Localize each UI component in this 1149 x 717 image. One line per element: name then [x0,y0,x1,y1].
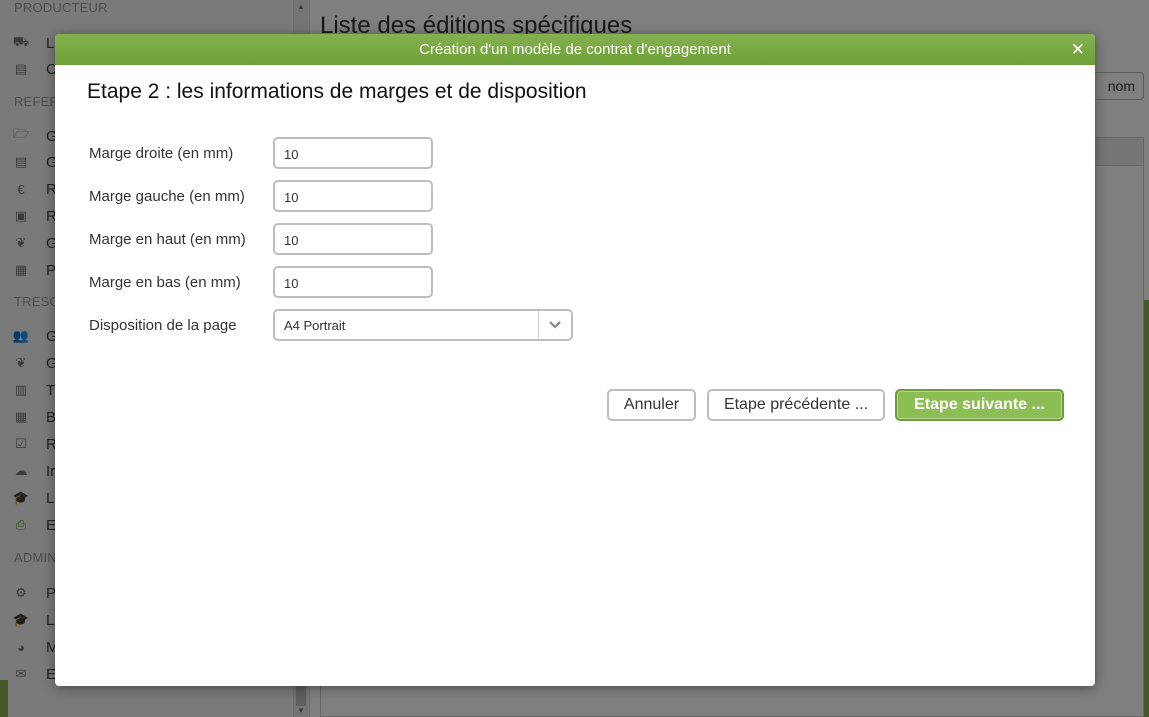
form-row-bottom-margin: Marge en bas (en mm) [89,266,433,298]
chevron-down-icon[interactable] [539,317,571,333]
create-contract-template-dialog: Création d'un modèle de contrat d'engage… [55,34,1095,686]
top-margin-label: Marge en haut (en mm) [89,230,246,248]
page-layout-label: Disposition de la page [89,316,237,334]
previous-step-button[interactable]: Etape précédente ... [707,389,885,421]
step-title: Etape 2 : les informations de marges et … [87,80,587,103]
form-row-top-margin: Marge en haut (en mm) [89,223,433,255]
page-layout-select[interactable]: A4 Portrait [273,309,573,341]
form-row-right-margin: Marge droite (en mm) [89,137,433,169]
left-margin-input[interactable] [273,180,433,212]
dialog-header: Création d'un modèle de contrat d'engage… [55,34,1095,65]
cancel-button[interactable]: Annuler [607,389,696,421]
bottom-margin-input[interactable] [273,266,433,298]
top-margin-input[interactable] [273,223,433,255]
close-icon[interactable]: ✕ [1071,34,1085,65]
right-margin-input[interactable] [273,137,433,169]
bottom-margin-label: Marge en bas (en mm) [89,273,241,291]
form-row-left-margin: Marge gauche (en mm) [89,180,433,212]
dialog-title: Création d'un modèle de contrat d'engage… [419,41,731,58]
page-layout-value: A4 Portrait [284,317,346,333]
right-margin-label: Marge droite (en mm) [89,144,234,162]
form-row-page-layout: Disposition de la page A4 Portrait [89,309,573,341]
left-margin-label: Marge gauche (en mm) [89,187,245,205]
next-step-button[interactable]: Etape suivante ... [895,389,1064,421]
